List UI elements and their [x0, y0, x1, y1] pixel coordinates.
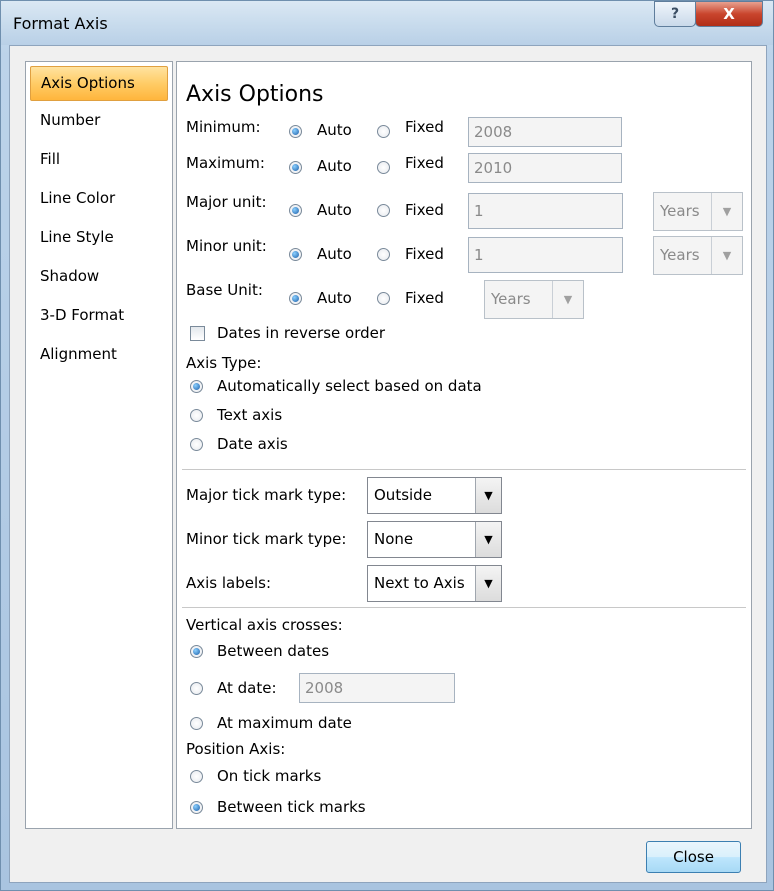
base-unit-dropdown-value: Years: [491, 290, 531, 308]
axis-type-label: Axis Type:: [186, 354, 262, 372]
axis-type-date-label: Date axis: [217, 435, 288, 453]
axis-options-panel: Axis Options Minimum: Auto Fixed 2008 Ma…: [176, 61, 752, 829]
crosses-at-date-radio[interactable]: [190, 682, 203, 695]
base-unit-auto-radio[interactable]: [289, 292, 302, 305]
major-tick-label: Major tick mark type:: [186, 486, 347, 504]
close-button[interactable]: Close: [646, 841, 741, 873]
minor-tick-label: Minor tick mark type:: [186, 530, 347, 548]
position-axis-label: Position Axis:: [186, 740, 286, 758]
nav-item-line-color[interactable]: Line Color: [26, 179, 172, 218]
minimum-label: Minimum:: [186, 118, 261, 136]
major-unit-value-input[interactable]: 1: [468, 193, 623, 229]
help-icon: ?: [670, 6, 680, 22]
window-close-button[interactable]: X: [695, 1, 763, 27]
minor-unit-auto-label: Auto: [317, 245, 352, 263]
major-tick-value: Outside: [374, 486, 432, 504]
category-list: Axis Options Number Fill Line Color Line…: [25, 61, 173, 829]
separator: [182, 469, 746, 470]
crosses-at-max-radio[interactable]: [190, 717, 203, 730]
minor-unit-auto-radio[interactable]: [289, 248, 302, 261]
chevron-down-icon: ▼: [711, 237, 742, 274]
chevron-down-icon: ▼: [475, 478, 501, 513]
major-unit-auto-radio[interactable]: [289, 204, 302, 217]
axis-type-auto-radio[interactable]: [190, 380, 203, 393]
axis-labels-value: Next to Axis: [374, 574, 465, 592]
maximum-auto-label: Auto: [317, 157, 352, 175]
crosses-label: Vertical axis crosses:: [186, 616, 343, 634]
minor-unit-dropdown[interactable]: Years ▼: [653, 236, 743, 275]
major-tick-dropdown[interactable]: Outside ▼: [367, 477, 502, 514]
maximum-auto-radio[interactable]: [289, 161, 302, 174]
base-unit-label: Base Unit:: [186, 281, 263, 299]
minimum-fixed-label: Fixed: [405, 118, 444, 136]
minor-unit-dropdown-value: Years: [660, 246, 700, 264]
nav-item-number[interactable]: Number: [26, 101, 172, 140]
axis-type-text-radio[interactable]: [190, 409, 203, 422]
chevron-down-icon: ▼: [475, 566, 501, 601]
title-bar: Format Axis ? X: [1, 1, 773, 45]
major-unit-fixed-radio[interactable]: [377, 204, 390, 217]
crosses-at-date-input[interactable]: 2008: [299, 673, 455, 703]
maximum-value-input[interactable]: 2010: [468, 153, 622, 183]
position-between-tick-label: Between tick marks: [217, 798, 366, 816]
panel-title: Axis Options: [186, 82, 324, 107]
maximum-fixed-label: Fixed: [405, 154, 444, 172]
axis-type-date-radio[interactable]: [190, 438, 203, 451]
minor-unit-fixed-radio[interactable]: [377, 248, 390, 261]
minimum-auto-label: Auto: [317, 121, 352, 139]
dates-reverse-checkbox[interactable]: [190, 326, 205, 341]
nav-item-alignment[interactable]: Alignment: [26, 335, 172, 374]
base-unit-dropdown[interactable]: Years ▼: [484, 280, 584, 319]
axis-labels-dropdown[interactable]: Next to Axis ▼: [367, 565, 502, 602]
major-unit-dropdown-value: Years: [660, 202, 700, 220]
separator: [182, 607, 746, 608]
axis-type-auto-label: Automatically select based on data: [217, 377, 482, 395]
crosses-at-max-label: At maximum date: [217, 714, 352, 732]
window-title: Format Axis: [13, 14, 108, 33]
chevron-down-icon: ▼: [552, 281, 583, 318]
major-unit-label: Major unit:: [186, 193, 267, 211]
nav-item-shadow[interactable]: Shadow: [26, 257, 172, 296]
crosses-at-date-label: At date:: [217, 679, 277, 697]
major-unit-dropdown[interactable]: Years ▼: [653, 192, 743, 231]
base-unit-fixed-radio[interactable]: [377, 292, 390, 305]
dialog-body: Axis Options Number Fill Line Color Line…: [9, 45, 767, 883]
chevron-down-icon: ▼: [711, 193, 742, 230]
maximum-fixed-radio[interactable]: [377, 161, 390, 174]
nav-item-line-style[interactable]: Line Style: [26, 218, 172, 257]
position-on-tick-label: On tick marks: [217, 767, 322, 785]
minimum-auto-radio[interactable]: [289, 125, 302, 138]
position-between-tick-radio[interactable]: [190, 801, 203, 814]
base-unit-auto-label: Auto: [317, 289, 352, 307]
minor-tick-value: None: [374, 530, 414, 548]
base-unit-fixed-label: Fixed: [405, 289, 444, 307]
minor-unit-label: Minor unit:: [186, 237, 267, 255]
major-unit-auto-label: Auto: [317, 201, 352, 219]
minor-tick-dropdown[interactable]: None ▼: [367, 521, 502, 558]
nav-item-axis-options[interactable]: Axis Options: [30, 66, 168, 101]
axis-type-text-label: Text axis: [217, 406, 283, 424]
crosses-between-dates-radio[interactable]: [190, 645, 203, 658]
maximum-label: Maximum:: [186, 154, 265, 172]
major-unit-fixed-label: Fixed: [405, 201, 444, 219]
axis-labels-label: Axis labels:: [186, 574, 272, 592]
dates-reverse-label: Dates in reverse order: [217, 324, 386, 342]
format-axis-dialog: Format Axis ? X Axis Options Number Fill…: [0, 0, 774, 891]
close-icon: X: [723, 5, 735, 23]
nav-item-3d-format[interactable]: 3-D Format: [26, 296, 172, 335]
position-on-tick-radio[interactable]: [190, 770, 203, 783]
nav-item-fill[interactable]: Fill: [26, 140, 172, 179]
minimum-value-input[interactable]: 2008: [468, 117, 622, 147]
crosses-between-dates-label: Between dates: [217, 642, 330, 660]
help-button[interactable]: ?: [654, 1, 696, 27]
minor-unit-fixed-label: Fixed: [405, 245, 444, 263]
minimum-fixed-radio[interactable]: [377, 125, 390, 138]
chevron-down-icon: ▼: [475, 522, 501, 557]
minor-unit-value-input[interactable]: 1: [468, 237, 623, 273]
